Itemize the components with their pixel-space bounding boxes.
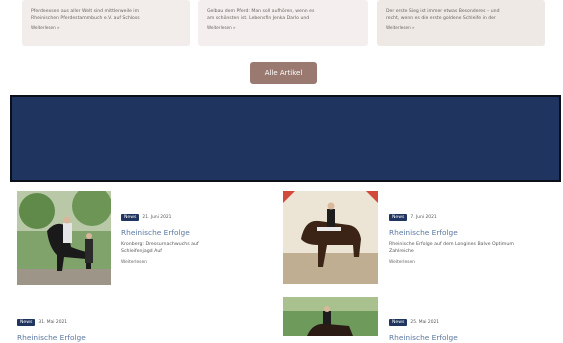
post-excerpt: Schleifenjagd Auf [121,248,162,254]
post-title-link[interactable]: Rheinische Erfolge [121,228,199,238]
post-title-link[interactable]: Rheinische Erfolge [389,333,458,343]
card-excerpt: Gelbau dem Pferd: Man soll aufhören, wen… [207,9,315,14]
all-articles-button[interactable]: Alle Artikel [250,62,317,84]
card-excerpt: am schönsten ist. Lebensfin Jenka Darlo … [207,16,310,22]
post-date: 7. Juni 2021 [410,215,437,220]
post-excerpt: Zahlreiche [389,248,414,254]
post-date: 25. Mai 2021 [410,320,440,325]
horse-photo [283,191,378,284]
card-excerpt: recht, wenn es die erste goldene Schleif… [386,16,496,22]
post-item: News 21. Juni 2021 Rheinische Erfolge Kro… [121,207,199,266]
read-more-link[interactable]: Weiterlesen » [207,24,359,31]
post-thumbnail-image[interactable] [283,191,378,284]
post-date: 21. Juni 2021 [142,215,172,220]
read-more-link[interactable]: Weiterlesen » [31,24,181,31]
read-more-link[interactable]: Weiterlesen [121,259,199,266]
post-title-link[interactable]: Rheinische Erfolge [17,333,86,343]
article-card[interactable]: Gelbau dem Pferd: Man soll aufhören, wen… [198,0,368,46]
post-thumbnail-image[interactable] [17,191,111,285]
category-badge[interactable]: News [17,319,36,326]
card-excerpt: Pferdeexsen aus aller Welt sind mittlerw… [31,9,140,14]
category-badge[interactable]: News [389,319,408,326]
post-thumbnail-image[interactable] [283,297,378,336]
card-excerpt: Der erste Sieg ist immer etwas Besondere… [386,9,500,14]
category-badge[interactable]: News [389,214,408,221]
horse-photo [283,297,378,336]
post-item: News 25. Mai 2021 Rheinische Erfolge [389,312,458,343]
post-excerpt: Kronberg: Dressurnachwuchs auf [121,242,199,247]
post-item: News 7. Juni 2021 Rheinische Erfolge Rhei… [389,207,514,266]
post-date: 31. Mai 2021 [38,320,68,325]
article-card[interactable]: Pferdeexsen aus aller Welt sind mittlerw… [22,0,190,46]
card-excerpt: Rheinischen Pferdestammbuch e.V. auf Sch… [31,16,140,22]
article-card[interactable]: Der erste Sieg ist immer etwas Besondere… [377,0,545,46]
horse-photo [17,191,111,285]
read-more-link[interactable]: Weiterlesen » [386,24,536,31]
ad-banner [10,95,561,182]
post-item: News 31. Mai 2021 Rheinische Erfolge [17,312,86,343]
post-excerpt: Rheinische Erfolge auf dem Longines Balv… [389,242,514,247]
category-badge[interactable]: News [121,214,140,221]
post-title-link[interactable]: Rheinische Erfolge [389,228,514,238]
read-more-link[interactable]: Weiterlesen [389,259,514,266]
